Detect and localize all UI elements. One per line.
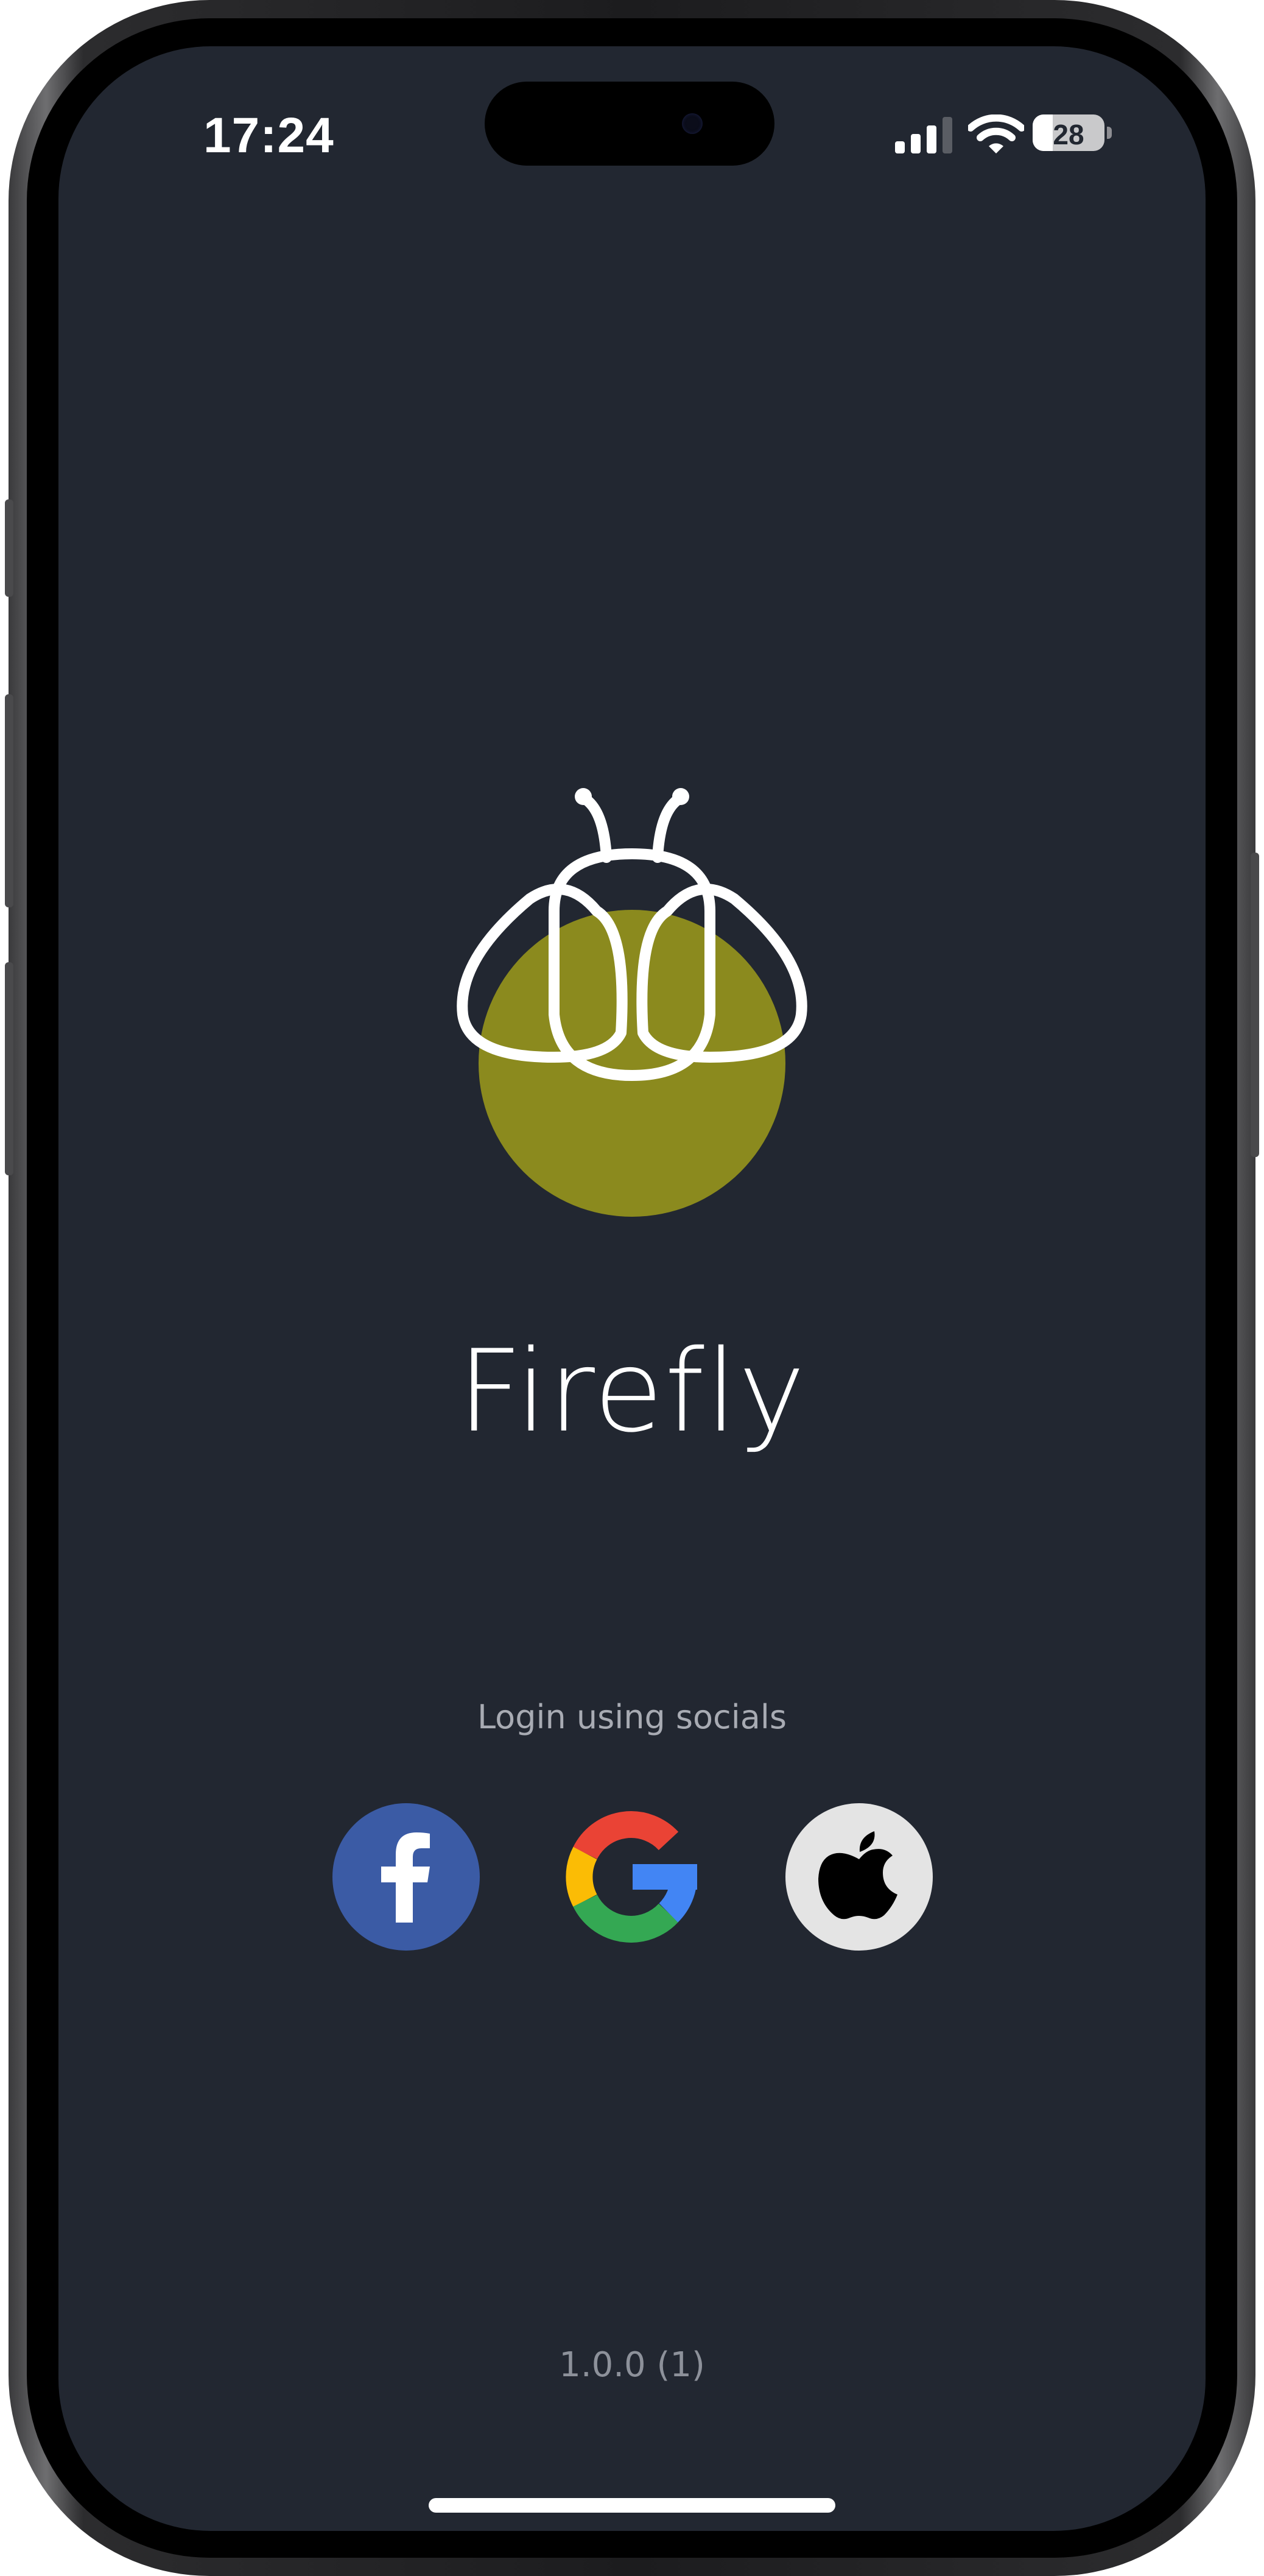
status-time: 17:24 <box>203 108 334 163</box>
wifi-icon <box>968 114 1024 153</box>
power-button <box>1251 853 1259 1157</box>
battery-cap <box>1107 127 1112 139</box>
google-icon <box>566 1811 697 1943</box>
social-login-caption: Login using socials <box>477 1698 787 1736</box>
status-icons: 28 <box>871 112 1114 161</box>
firefly-logo-icon <box>457 788 807 1217</box>
facebook-login-button[interactable] <box>332 1803 480 1951</box>
home-indicator[interactable] <box>429 2498 835 2513</box>
app-title: Firefly <box>457 1325 807 1457</box>
app-version: 1.0.0 (1) <box>559 2345 705 2385</box>
battery-level: 28 <box>1053 119 1084 150</box>
facebook-icon <box>381 1832 430 1923</box>
logo-glow-circle <box>479 910 785 1217</box>
google-login-button[interactable] <box>559 1803 706 1951</box>
silent-switch <box>5 499 13 597</box>
battery-icon: 28 <box>1033 114 1104 151</box>
apple-icon <box>818 1831 897 1920</box>
app-screen: 17:24 28 Firefly Login using socials 1.0… <box>58 46 1206 2531</box>
cellular-signal-icon <box>895 117 952 153</box>
volume-up-button <box>5 694 13 907</box>
apple-login-button[interactable] <box>785 1803 933 1951</box>
volume-down-button <box>5 962 13 1175</box>
front-camera <box>682 113 703 134</box>
dynamic-island <box>485 82 774 166</box>
